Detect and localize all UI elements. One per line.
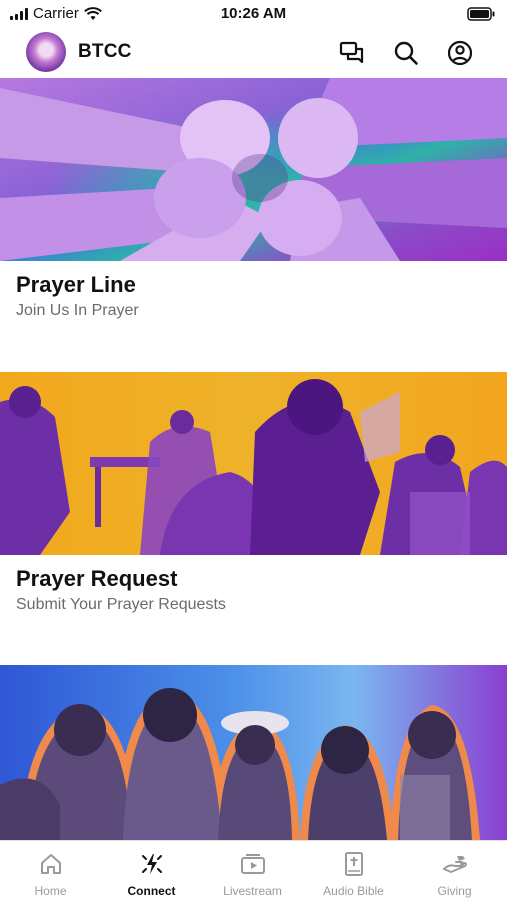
card-women-ministry[interactable] (0, 665, 507, 840)
account-icon (447, 40, 473, 66)
hands-joined-in-circle-photo (0, 78, 507, 261)
tab-label: Livestream (223, 884, 282, 898)
status-time: 10:26 AM (220, 5, 287, 22)
messages-icon (339, 41, 364, 64)
card-prayer-line[interactable]: Prayer Line Join Us In Prayer (0, 78, 507, 368)
tab-label: Connect (127, 884, 176, 898)
card-subtitle: Submit Your Prayer Requests (16, 596, 226, 613)
battery-icon (467, 7, 495, 26)
tab-bar: Home Connect Livestream Audio Bible Givi… (0, 840, 507, 901)
app-title: BTCC (78, 41, 132, 62)
card-prayer-request[interactable]: Prayer Request Submit Your Prayer Reques… (0, 372, 507, 662)
bible-icon (339, 851, 369, 877)
content-feed: Prayer Line Join Us In Prayer Prayer Req… (0, 78, 507, 840)
app-header: BTCC (0, 28, 507, 78)
tab-giving[interactable]: Giving (404, 841, 505, 901)
card-title: Prayer Request (16, 566, 178, 591)
tab-livestream[interactable]: Livestream (202, 841, 303, 901)
tab-label: Home (34, 884, 67, 898)
messages-button[interactable] (337, 38, 367, 68)
card-title: Prayer Line (16, 272, 136, 297)
home-icon (36, 851, 66, 877)
tab-connect[interactable]: Connect (101, 841, 202, 901)
search-icon (394, 41, 418, 65)
account-button[interactable] (445, 38, 475, 68)
tab-label: Audio Bible (323, 884, 384, 898)
connect-icon (137, 851, 167, 877)
tab-audio-bible[interactable]: Audio Bible (303, 841, 404, 901)
giving-icon (440, 851, 470, 877)
tab-home[interactable]: Home (0, 841, 101, 901)
livestream-icon (238, 851, 268, 877)
card-subtitle: Join Us In Prayer (16, 302, 139, 319)
status-bar: Carrier 10:26 AM (0, 0, 507, 28)
tab-label: Giving (437, 884, 472, 898)
women-group-photo (0, 665, 507, 840)
worship-group-praying-photo (0, 372, 507, 555)
church-logo[interactable] (26, 32, 66, 72)
search-button[interactable] (391, 38, 421, 68)
